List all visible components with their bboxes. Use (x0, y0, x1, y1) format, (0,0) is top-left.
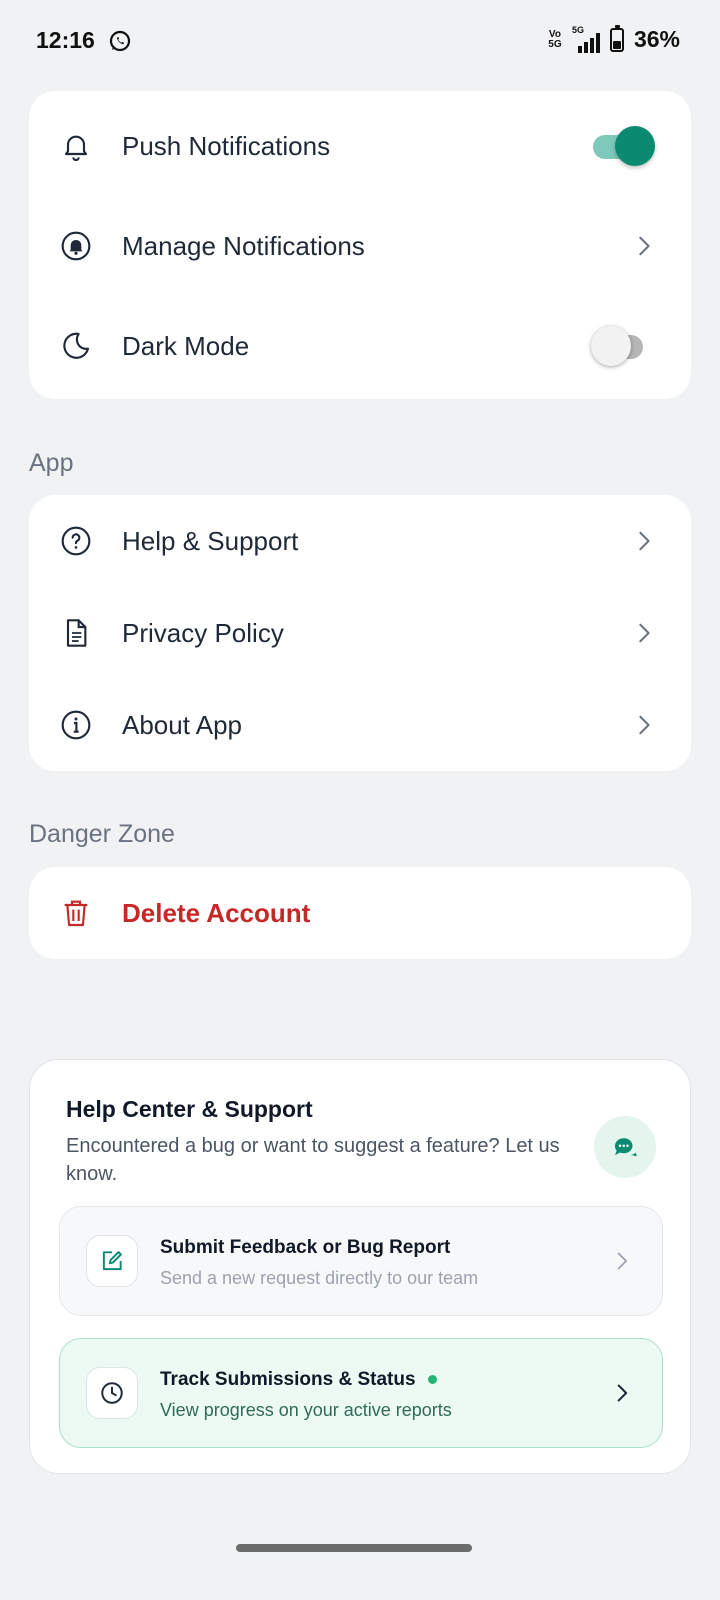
whatsapp-icon (108, 29, 132, 53)
chevron-right-icon (617, 1252, 628, 1270)
trash-icon (59, 896, 93, 930)
privacy-policy-label: Privacy Policy (122, 617, 284, 648)
help-support-row[interactable]: Help & Support (29, 501, 691, 581)
help-center-card: Help Center & Support Encountered a bug … (29, 1059, 691, 1474)
about-app-label: About App (122, 709, 242, 740)
volte-indicator: Vo 5G (548, 28, 562, 50)
danger-card: Delete Account (29, 867, 691, 959)
home-indicator[interactable] (236, 1544, 472, 1552)
danger-zone-title: Danger Zone (29, 820, 175, 848)
chevron-right-icon (617, 1384, 628, 1402)
question-circle-icon (59, 524, 93, 558)
manage-notifications-row[interactable]: Manage Notifications (29, 206, 691, 286)
bell-circle-icon (59, 229, 93, 263)
manage-notifications-label: Manage Notifications (122, 230, 365, 261)
help-center-description: Encountered a bug or want to suggest a f… (66, 1135, 560, 1185)
info-circle-icon (59, 708, 93, 742)
push-notifications-row[interactable]: Push Notifications (29, 106, 691, 186)
chevron-right-icon (639, 236, 650, 256)
status-indicator-dot (427, 1375, 437, 1385)
dark-mode-toggle[interactable] (591, 324, 655, 368)
push-notifications-toggle[interactable] (591, 124, 655, 168)
about-app-row[interactable]: About App (29, 685, 691, 765)
submit-feedback-subtitle: Send a new request directly to our team (160, 1268, 479, 1288)
battery-percent: 36% (633, 26, 680, 52)
help-support-label: Help & Support (122, 525, 299, 556)
status-time: 12:16 (36, 27, 95, 53)
status-bar: 12:16 Vo 5G 5G 36% (0, 0, 720, 84)
bell-icon (59, 129, 93, 163)
battery-icon (609, 24, 624, 52)
dark-mode-label: Dark Mode (122, 330, 250, 361)
chevron-right-icon (639, 531, 650, 551)
track-submissions-button[interactable]: Track Submissions & Status View progress… (59, 1338, 663, 1448)
delete-account-button[interactable]: Delete Account (29, 873, 691, 953)
clock-icon (86, 1367, 138, 1419)
help-center-title: Help Center & Support (66, 1096, 313, 1122)
moon-icon (59, 329, 93, 363)
preferences-card: Push Notifications Manage Notifications … (29, 91, 691, 399)
privacy-policy-row[interactable]: Privacy Policy (29, 593, 691, 673)
delete-account-label: Delete Account (122, 897, 311, 928)
document-icon (59, 616, 93, 650)
dark-mode-row[interactable]: Dark Mode (29, 306, 691, 386)
track-submissions-subtitle: View progress on your active reports (160, 1400, 452, 1420)
submit-feedback-button[interactable]: Submit Feedback or Bug Report Send a new… (59, 1206, 663, 1316)
chat-bubble-icon[interactable] (594, 1116, 656, 1178)
submit-feedback-title: Submit Feedback or Bug Report (160, 1237, 451, 1258)
edit-icon (86, 1235, 138, 1287)
track-submissions-title: Track Submissions & Status (160, 1369, 437, 1391)
chevron-right-icon (639, 623, 650, 643)
push-notifications-label: Push Notifications (122, 130, 331, 161)
app-section-title: App (29, 449, 74, 477)
signal-icon: 5G (572, 25, 600, 53)
app-card: Help & Support Privacy Policy About App (29, 495, 691, 771)
chevron-right-icon (639, 715, 650, 735)
